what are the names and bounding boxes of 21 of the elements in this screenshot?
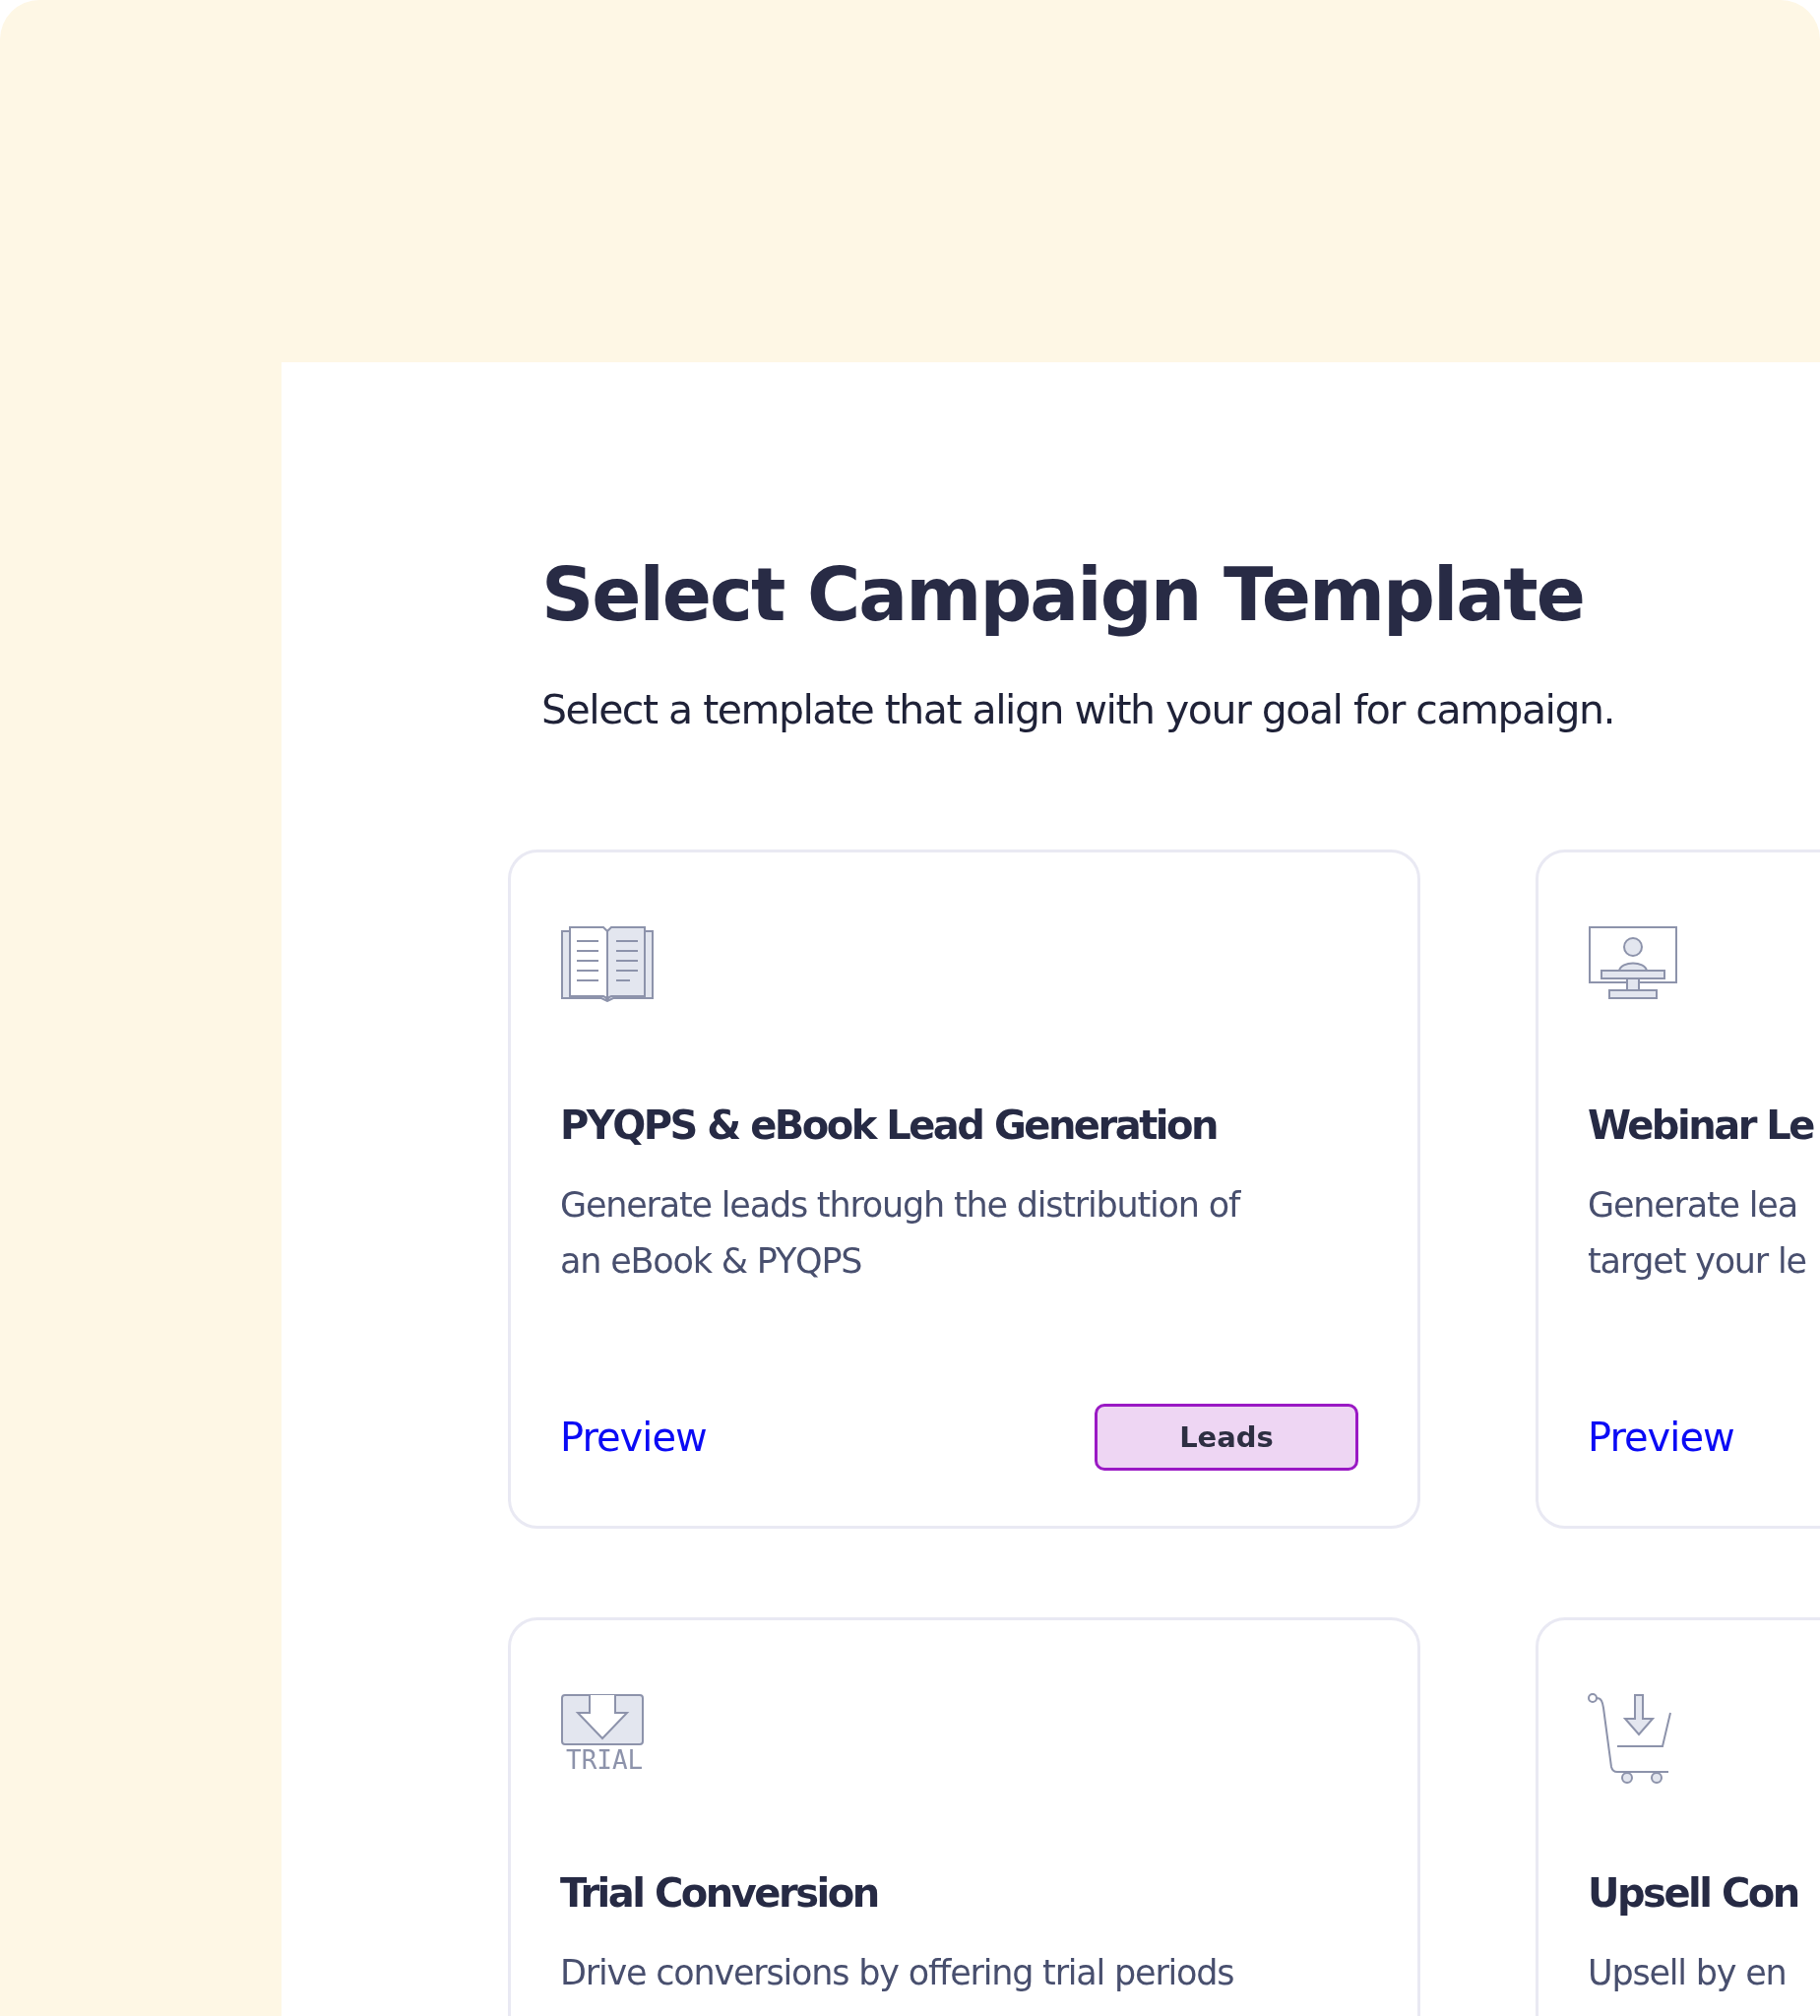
category-tag: Leads — [1095, 1403, 1358, 1471]
card-description: Drive conversions by offering trial periods — [560, 1951, 1235, 1994]
template-card[interactable]: PYQPS & eBook Lead Generation Generate leads through the distribution of an eBook & PYQPS Preview Leads — [508, 849, 1420, 1529]
template-card[interactable]: Upsell Con Upsell by en — [1536, 1616, 1820, 2016]
card-title: Upsell Con — [1588, 1869, 1799, 1916]
card-description: Generate lea target your le — [1588, 1183, 1807, 1283]
page-title: Select Campaign Template — [541, 551, 1585, 639]
card-title: Trial Conversion — [560, 1869, 879, 1916]
card-description: Upsell by en — [1588, 1951, 1788, 1994]
page-subtitle: Select a template that align with your goal for campaign. — [541, 685, 1616, 733]
card-title: Webinar Le — [1588, 1102, 1815, 1148]
download-box-icon — [560, 1692, 645, 1746]
card-title: PYQPS & eBook Lead Generation — [560, 1102, 1218, 1148]
template-card[interactable]: TRIAL Trial Conversion Drive conversions by offering trial periods — [508, 1616, 1420, 2016]
icon-caption: TRIAL — [566, 1745, 644, 1775]
card-description: Generate leads through the distribution of an eBook & PYQPS — [560, 1183, 1242, 1283]
webinar-presenter-icon — [1588, 924, 1678, 1002]
preview-link[interactable]: Preview — [560, 1414, 707, 1460]
template-card[interactable]: Webinar Le Generate lea target your le Preview — [1536, 849, 1820, 1529]
preview-link[interactable]: Preview — [1588, 1414, 1734, 1460]
book-icon — [560, 924, 655, 1002]
